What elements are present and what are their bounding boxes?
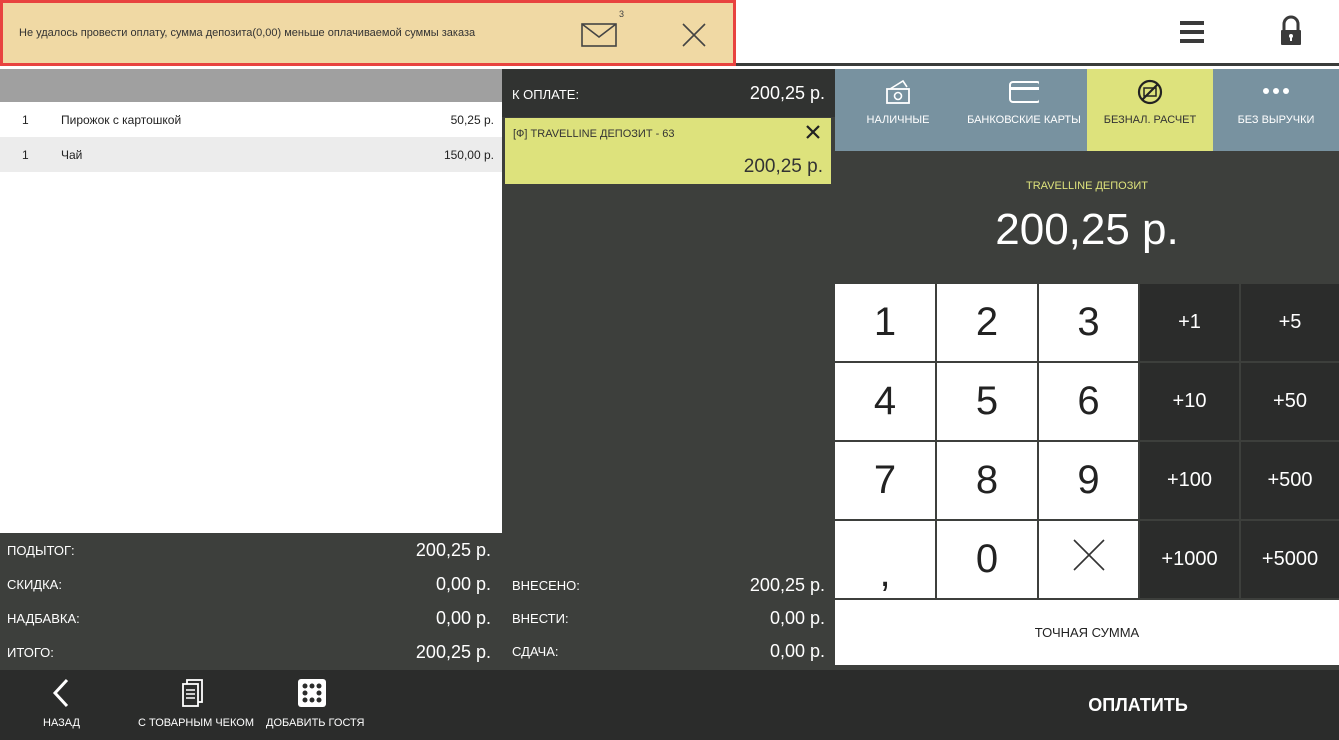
change-value: 0,00 р. xyxy=(769,641,825,661)
paid-value: 200,25 р. xyxy=(749,575,825,595)
payment-method-tabs: НАЛИЧНЫЕ БАНКОВСКИЕ КАРТЫ БЕЗНАЛ. РАСЧЕТ… xyxy=(835,69,1339,151)
key-0[interactable]: 0 xyxy=(937,521,1037,598)
key-4[interactable]: 4 xyxy=(835,363,935,440)
remaining-label: ВНЕСТИ: xyxy=(512,611,569,626)
item-name: Пирожок с картошкой xyxy=(61,113,182,127)
key-plus-1000[interactable]: +1000 xyxy=(1140,521,1239,598)
discount-value: 0,00 р. xyxy=(435,574,491,594)
key-plus-5[interactable]: +5 xyxy=(1241,284,1339,361)
order-header xyxy=(0,69,502,102)
with-receipt-label: С ТОВАРНЫМ ЧЕКОМ xyxy=(138,717,254,729)
remove-payment-icon[interactable] xyxy=(805,124,821,140)
paid-row: ВНЕСЕНО: 200,25 р. xyxy=(502,568,835,601)
key-7[interactable]: 7 xyxy=(835,442,935,519)
order-totals: ПОДЫТОГ: 200,25 р. СКИДКА: 0,00 р. НАДБА… xyxy=(0,533,502,670)
tab-no-revenue[interactable]: БЕЗ ВЫРУЧКИ xyxy=(1213,69,1339,151)
total-value: 200,25 р. xyxy=(415,642,491,662)
tab-cash-label: НАЛИЧНЫЕ xyxy=(866,114,930,126)
subtotal-label: ПОДЫТОГ: xyxy=(7,543,75,558)
no-cash-icon xyxy=(1135,77,1165,107)
remaining-value: 0,00 р. xyxy=(769,608,825,628)
keypad: 1 2 3 +1 +5 4 5 6 +10 +50 7 8 9 +100 +50… xyxy=(835,284,1339,600)
tab-cashless-label: БЕЗНАЛ. РАСЧЕТ xyxy=(1103,114,1197,126)
tab-cashless[interactable]: БЕЗНАЛ. РАСЧЕТ xyxy=(1087,69,1213,151)
payment-summary: ВНЕСЕНО: 200,25 р. ВНЕСТИ: 0,00 р. СДАЧА… xyxy=(502,568,835,670)
key-plus-5000[interactable]: +5000 xyxy=(1241,521,1339,598)
cash-icon xyxy=(883,77,913,107)
receipt-icon xyxy=(178,678,208,708)
selected-method-amount: 200,25 р. xyxy=(995,205,1179,254)
key-5[interactable]: 5 xyxy=(937,363,1037,440)
key-1[interactable]: 1 xyxy=(835,284,935,361)
discount-row: СКИДКА: 0,00 р. xyxy=(0,567,502,601)
alert-message: Не удалось провести оплату, сумма депози… xyxy=(19,27,476,39)
order-item[interactable]: 1 Чай 150,00 р. xyxy=(0,137,502,172)
payment-entry-name: [Ф] TRAVELLINE ДЕПОЗИТ - 63 xyxy=(513,128,675,140)
key-plus-100[interactable]: +100 xyxy=(1140,442,1239,519)
payment-entry-amount: 200,25 р. xyxy=(743,156,823,177)
with-receipt-button[interactable]: С ТОВАРНЫМ ЧЕКОМ xyxy=(136,670,254,740)
total-row: ИТОГО: 200,25 р. xyxy=(0,635,502,669)
backspace-icon xyxy=(1071,537,1107,583)
item-qty: 1 xyxy=(22,148,29,162)
key-plus-50[interactable]: +50 xyxy=(1241,363,1339,440)
tab-cash[interactable]: НАЛИЧНЫЕ xyxy=(835,69,961,151)
dice-icon xyxy=(297,678,327,708)
paid-label: ВНЕСЕНО: xyxy=(512,578,580,593)
tab-no-revenue-label: БЕЗ ВЫРУЧКИ xyxy=(1237,114,1315,126)
key-plus-1[interactable]: +1 xyxy=(1140,284,1239,361)
add-guest-label: ДОБАВИТЬ ГОСТЯ xyxy=(266,717,365,729)
pay-button[interactable]: ОПЛАТИТЬ xyxy=(1040,670,1236,740)
key-plus-500[interactable]: +500 xyxy=(1241,442,1339,519)
to-pay-row: К ОПЛАТЕ: 200,25 р. xyxy=(502,69,835,117)
card-icon xyxy=(1009,77,1041,107)
add-guest-button[interactable]: ДОБАВИТЬ ГОСТЯ xyxy=(262,670,365,740)
close-icon[interactable] xyxy=(679,20,709,50)
remaining-row: ВНЕСТИ: 0,00 р. xyxy=(502,601,835,634)
payment-method-panel: НАЛИЧНЫЕ БАНКОВСКИЕ КАРТЫ БЕЗНАЛ. РАСЧЕТ… xyxy=(835,69,1339,670)
discount-label: СКИДКА: xyxy=(7,577,62,592)
subtotal-row: ПОДЫТОГ: 200,25 р. xyxy=(0,533,502,567)
item-name: Чай xyxy=(61,148,83,162)
key-9[interactable]: 9 xyxy=(1039,442,1138,519)
surcharge-label: НАДБАВКА: xyxy=(7,611,80,626)
tab-bank-cards[interactable]: БАНКОВСКИЕ КАРТЫ xyxy=(961,69,1087,151)
pos-payment-screen: Не удалось провести оплату, сумма депози… xyxy=(0,0,1339,740)
key-3[interactable]: 3 xyxy=(1039,284,1138,361)
item-price: 150,00 р. xyxy=(443,148,494,162)
subtotal-value: 200,25 р. xyxy=(415,540,491,560)
bottom-bar: НАЗАД С ТОВАРНЫМ ЧЕКОМ ДОБАВИТЬ ГОСТЯ ОП… xyxy=(0,670,1339,740)
back-button[interactable]: НАЗАД xyxy=(30,670,94,740)
change-row: СДАЧА: 0,00 р. xyxy=(502,634,835,667)
surcharge-value: 0,00 р. xyxy=(435,608,491,628)
back-label: НАЗАД xyxy=(43,717,80,729)
order-item[interactable]: 1 Пирожок с картошкой 50,25 р. xyxy=(0,102,502,137)
key-plus-10[interactable]: +10 xyxy=(1140,363,1239,440)
to-pay-label: К ОПЛАТЕ: xyxy=(512,87,580,102)
payments-panel: К ОПЛАТЕ: 200,25 р. [Ф] TRAVELLINE ДЕПОЗ… xyxy=(502,69,835,670)
more-icon xyxy=(1261,77,1291,107)
selected-method-name: TRAVELLINE ДЕПОЗИТ xyxy=(1025,180,1148,192)
mail-icon[interactable] xyxy=(579,20,619,50)
tab-bank-cards-label: БАНКОВСКИЕ КАРТЫ xyxy=(967,114,1081,126)
exact-amount-button[interactable]: ТОЧНАЯ СУММА xyxy=(835,600,1339,665)
key-backspace[interactable] xyxy=(1039,521,1138,598)
change-label: СДАЧА: xyxy=(512,644,559,659)
chevron-left-icon xyxy=(47,678,77,708)
key-comma[interactable]: , xyxy=(835,521,935,598)
top-bar: Не удалось провести оплату, сумма депози… xyxy=(0,0,1339,66)
error-alert: Не удалось провести оплату, сумма депози… xyxy=(0,0,736,66)
key-8[interactable]: 8 xyxy=(937,442,1037,519)
menu-icon[interactable] xyxy=(1172,14,1212,50)
item-price: 50,25 р. xyxy=(450,113,494,127)
message-count: 3 xyxy=(619,9,625,19)
key-2[interactable]: 2 xyxy=(937,284,1037,361)
to-pay-value: 200,25 р. xyxy=(749,83,825,103)
lock-icon[interactable] xyxy=(1274,12,1308,52)
payment-entry[interactable]: [Ф] TRAVELLINE ДЕПОЗИТ - 63 200,25 р. xyxy=(505,118,831,184)
total-label: ИТОГО: xyxy=(7,645,54,660)
surcharge-row: НАДБАВКА: 0,00 р. xyxy=(0,601,502,635)
item-qty: 1 xyxy=(22,113,29,127)
key-6[interactable]: 6 xyxy=(1039,363,1138,440)
